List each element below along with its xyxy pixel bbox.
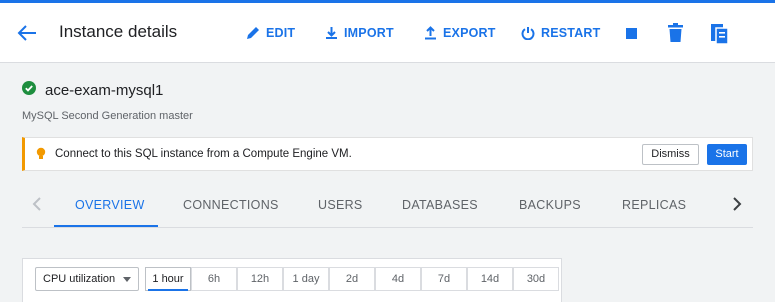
page-title: Instance details (59, 22, 178, 41)
restart-power-icon (521, 26, 535, 40)
clone-icon[interactable] (708, 20, 732, 46)
chevron-right-icon[interactable] (732, 196, 742, 217)
banner-message: Connect to this SQL instance from a Comp… (55, 148, 352, 160)
info-banner: Connect to this SQL instance from a Comp… (22, 137, 753, 171)
range-1-hour[interactable]: 1 hour (145, 267, 191, 291)
edit-label: EDIT (266, 26, 296, 40)
export-label: EXPORT (443, 26, 496, 40)
import-label: IMPORT (344, 26, 394, 40)
caret-down-icon (123, 277, 131, 282)
edit-button[interactable]: EDIT (246, 23, 295, 43)
export-button[interactable]: EXPORT (424, 23, 496, 43)
metric-select-value: CPU utilization (43, 273, 116, 285)
edit-pencil-icon (246, 26, 260, 40)
import-icon (325, 26, 338, 40)
lightbulb-icon (35, 147, 47, 166)
export-icon (424, 26, 437, 40)
app-bar: Instance details EDIT IMPORT EXPORT REST… (0, 3, 775, 63)
tab-replicas[interactable]: REPLICAS (622, 198, 686, 212)
tab-databases[interactable]: DATABASES (402, 198, 478, 212)
range-1-day[interactable]: 1 day (283, 267, 329, 291)
start-button[interactable]: Start (707, 144, 747, 165)
stop-square-icon[interactable] (622, 20, 646, 46)
check-circle-icon (22, 81, 36, 100)
restart-button[interactable]: RESTART (521, 23, 601, 43)
dismiss-button[interactable]: Dismiss (642, 144, 699, 165)
tab-users[interactable]: USERS (318, 198, 363, 212)
import-button[interactable]: IMPORT (325, 23, 394, 43)
instance-header: ace-exam-mysql1 (22, 81, 163, 100)
tab-overview[interactable]: OVERVIEW (75, 198, 145, 212)
tab-backups[interactable]: BACKUPS (519, 198, 581, 212)
range-30d[interactable]: 30d (513, 267, 559, 291)
instance-name: ace-exam-mysql1 (45, 82, 164, 99)
restart-label: RESTART (541, 26, 601, 40)
metric-select[interactable]: CPU utilization (35, 267, 139, 291)
range-14d[interactable]: 14d (467, 267, 513, 291)
range-2d[interactable]: 2d (329, 267, 375, 291)
active-tab-indicator (54, 225, 158, 227)
range-12h[interactable]: 12h (237, 267, 283, 291)
tab-connections[interactable]: CONNECTIONS (183, 198, 279, 212)
chart-card: CPU utilization 1 hour 6h 12h 1 day 2d 4… (22, 258, 562, 302)
range-7d[interactable]: 7d (421, 267, 467, 291)
chevron-left-icon[interactable] (32, 196, 42, 217)
range-6h[interactable]: 6h (191, 267, 237, 291)
back-arrow-icon[interactable] (14, 21, 40, 45)
range-4d[interactable]: 4d (375, 267, 421, 291)
delete-trash-icon[interactable] (664, 20, 688, 46)
tab-bar: OVERVIEW CONNECTIONS USERS DATABASES BAC… (22, 182, 753, 228)
instance-subtitle: MySQL Second Generation master (22, 110, 193, 122)
main-content: ace-exam-mysql1 MySQL Second Generation … (0, 64, 775, 302)
